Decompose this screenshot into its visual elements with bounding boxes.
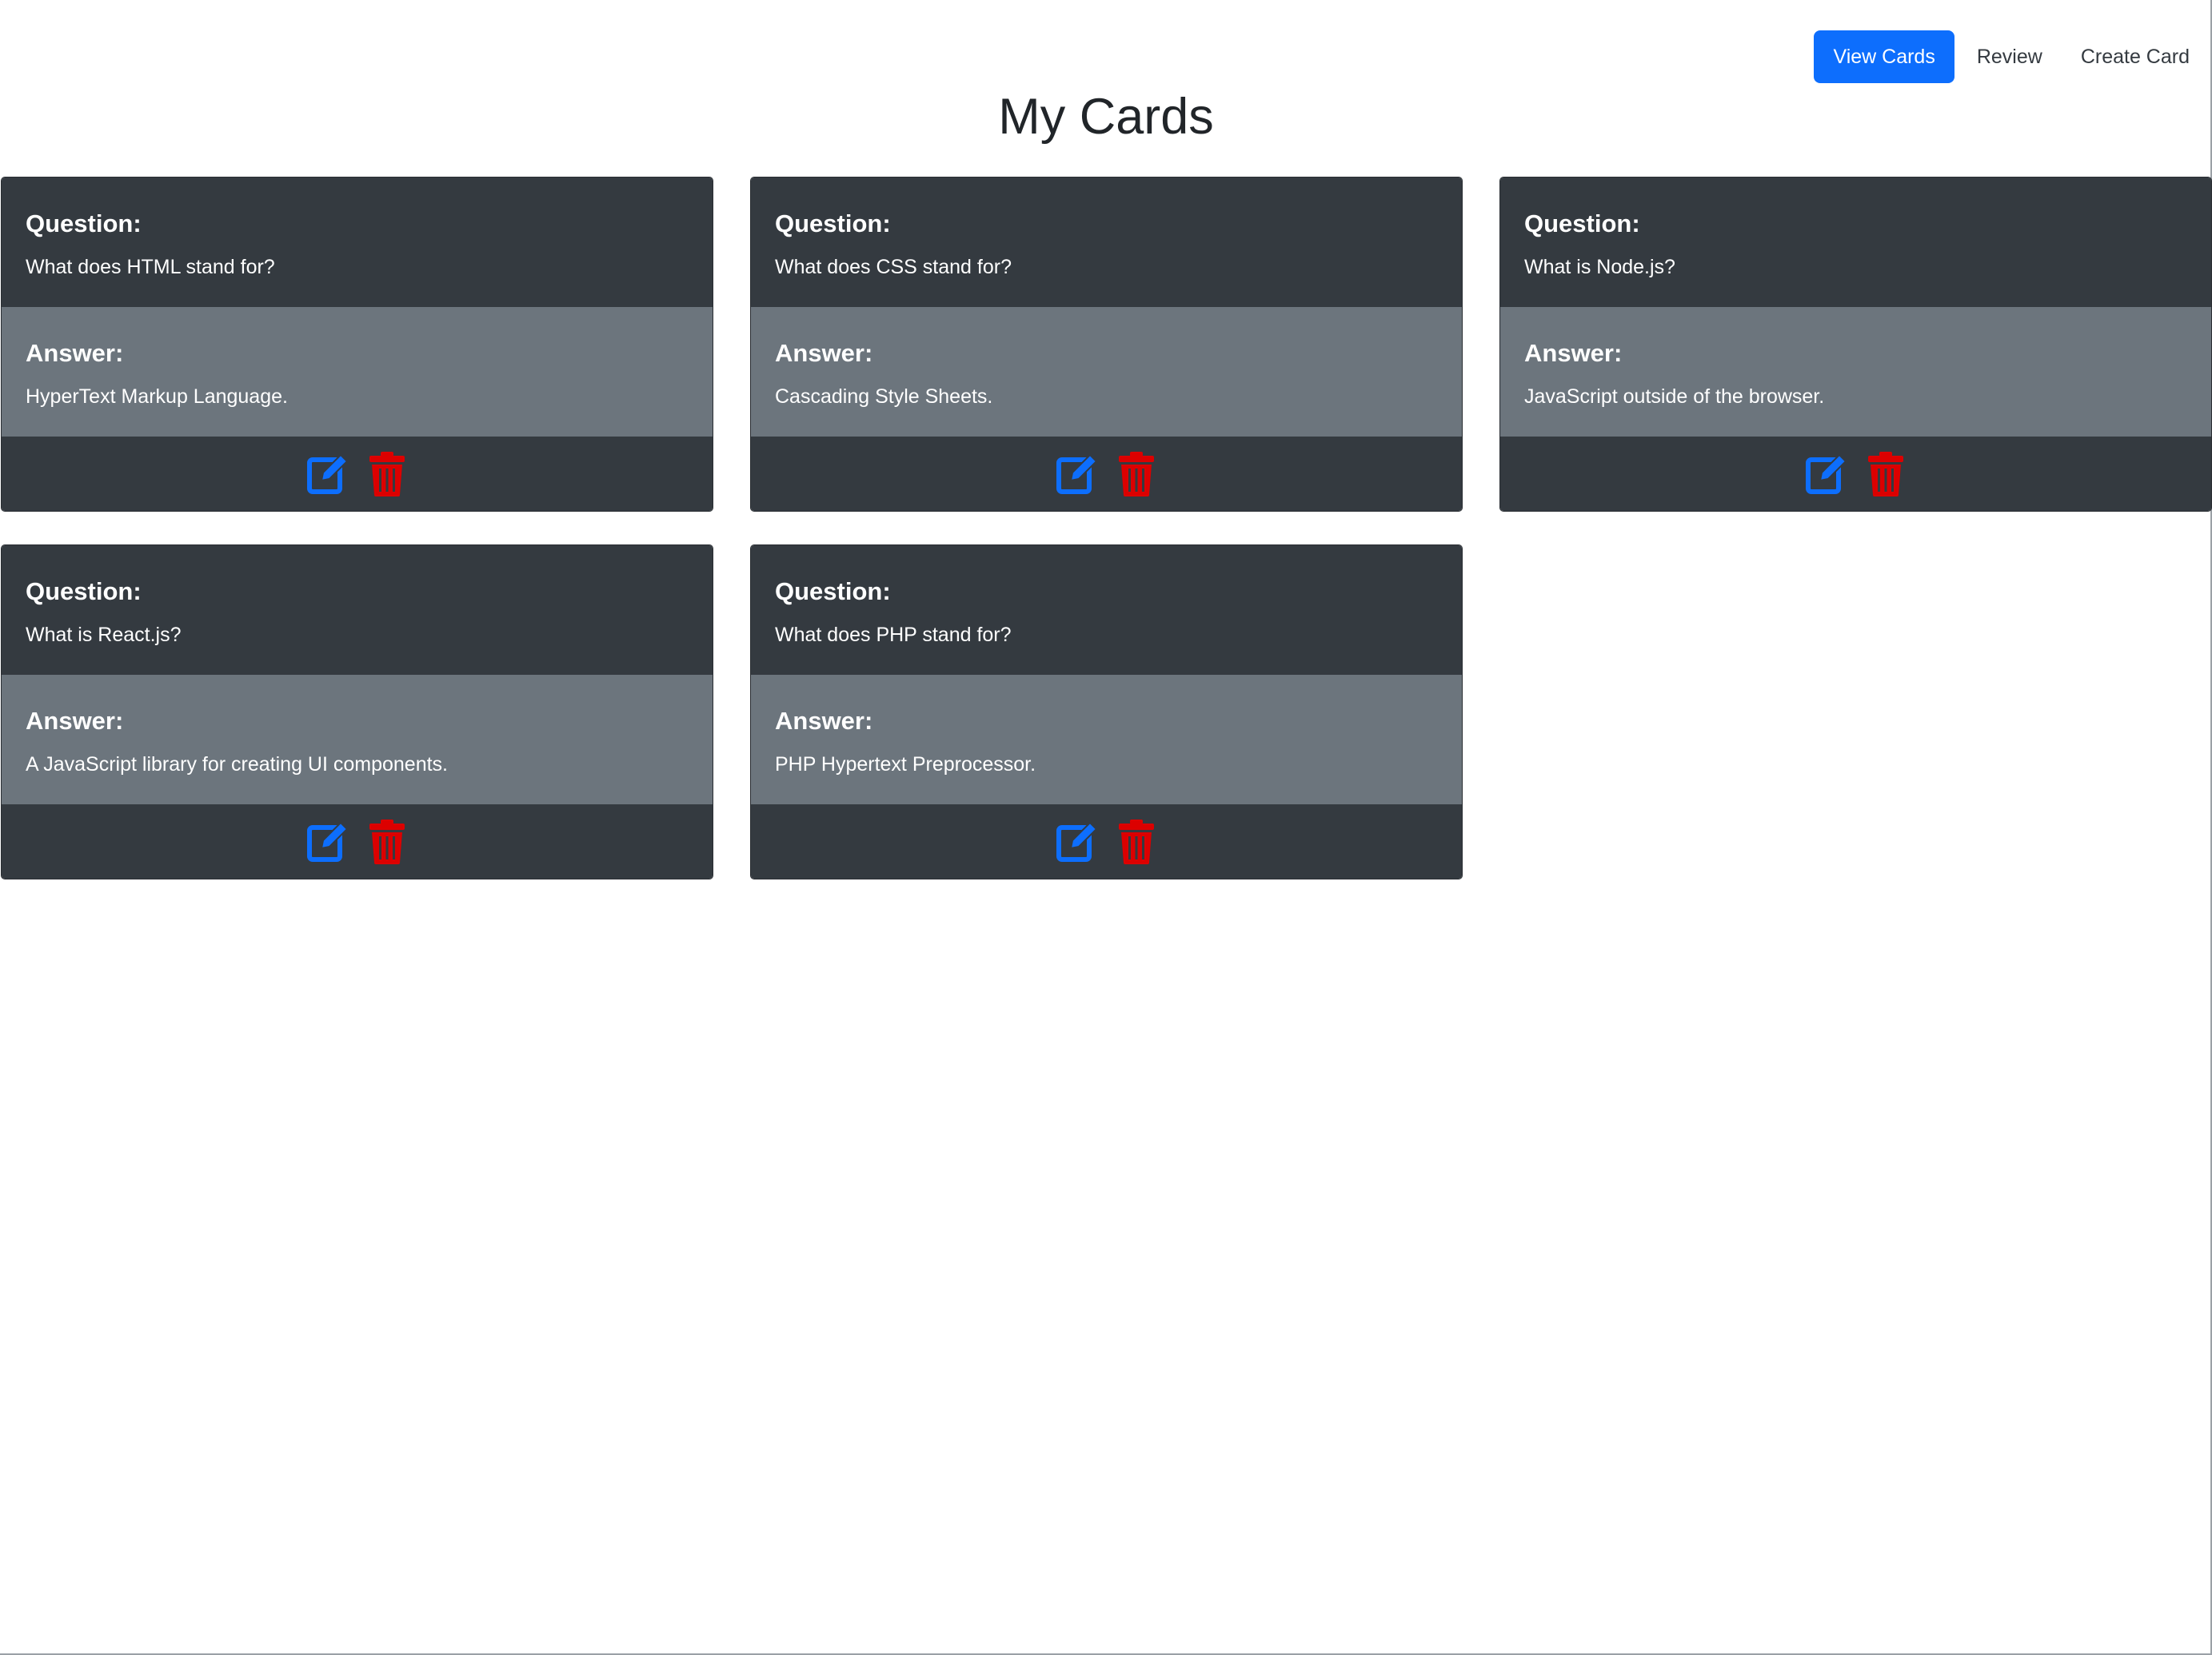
delete-button[interactable] xyxy=(365,450,409,498)
question-text: What is Node.js? xyxy=(1524,256,1675,278)
question-label: Question: xyxy=(26,577,142,605)
card-actions xyxy=(2,437,713,511)
card-question-section: Question: What does HTML stand for? xyxy=(2,177,713,307)
edit-button[interactable] xyxy=(305,450,350,498)
flash-card: Question: What does CSS stand for? Answe… xyxy=(751,177,1462,511)
answer-text: JavaScript outside of the browser. xyxy=(1524,385,1825,408)
edit-button[interactable] xyxy=(1804,450,1849,498)
card-answer-section: Answer: HyperText Markup Language. xyxy=(2,307,713,437)
question-text: What does HTML stand for? xyxy=(26,256,275,278)
answer-label: Answer: xyxy=(26,339,124,367)
delete-button[interactable] xyxy=(1114,818,1159,866)
nav-review[interactable]: Review xyxy=(1958,30,2062,83)
question-label: Question: xyxy=(775,209,891,237)
answer-label: Answer: xyxy=(775,707,873,735)
question-text: What does PHP stand for? xyxy=(775,624,1012,646)
edit-icon xyxy=(1056,821,1097,862)
answer-text: PHP Hypertext Preprocessor. xyxy=(775,753,1036,776)
page-title: My Cards xyxy=(998,89,1214,145)
top-nav: View Cards Review Create Card xyxy=(1814,30,2209,83)
answer-label: Answer: xyxy=(775,339,873,367)
card-actions xyxy=(751,437,1462,511)
edit-button[interactable] xyxy=(1055,450,1100,498)
flash-card: Question: What is Node.js? Answer: JavaS… xyxy=(1500,177,2211,511)
edit-icon xyxy=(306,453,348,494)
card-actions xyxy=(751,804,1462,879)
question-label: Question: xyxy=(26,209,142,237)
nav-create-card[interactable]: Create Card xyxy=(2062,30,2209,83)
edit-button[interactable] xyxy=(1055,818,1100,866)
question-label: Question: xyxy=(775,577,891,605)
question-text: What does CSS stand for? xyxy=(775,256,1012,278)
flash-card: Question: What does HTML stand for? Answ… xyxy=(2,177,713,511)
flash-card: Question: What does PHP stand for? Answe… xyxy=(751,545,1462,879)
delete-button[interactable] xyxy=(1114,450,1159,498)
card-question-section: Question: What is React.js? xyxy=(2,545,713,675)
card-actions xyxy=(1500,437,2211,511)
card-answer-section: Answer: PHP Hypertext Preprocessor. xyxy=(751,675,1462,804)
card-question-section: Question: What is Node.js? xyxy=(1500,177,2211,307)
question-text: What is React.js? xyxy=(26,624,182,646)
edit-icon xyxy=(306,821,348,862)
answer-label: Answer: xyxy=(1524,339,1623,367)
card-answer-section: Answer: Cascading Style Sheets. xyxy=(751,307,1462,437)
edit-icon xyxy=(1805,453,1847,494)
answer-label: Answer: xyxy=(26,707,124,735)
question-label: Question: xyxy=(1524,209,1640,237)
trash-icon xyxy=(369,451,405,496)
trash-icon xyxy=(369,819,405,864)
trash-icon xyxy=(1118,819,1154,864)
card-answer-section: Answer: JavaScript outside of the browse… xyxy=(1500,307,2211,437)
answer-text: Cascading Style Sheets. xyxy=(775,385,993,408)
answer-text: HyperText Markup Language. xyxy=(26,385,288,408)
trash-icon xyxy=(1118,451,1154,496)
answer-text: A JavaScript library for creating UI com… xyxy=(26,753,449,776)
delete-button[interactable] xyxy=(365,818,409,866)
trash-icon xyxy=(1867,451,1903,496)
nav-view-cards[interactable]: View Cards xyxy=(1814,30,1954,83)
card-answer-section: Answer: A JavaScript library for creatin… xyxy=(2,675,713,804)
card-question-section: Question: What does PHP stand for? xyxy=(751,545,1462,675)
card-question-section: Question: What does CSS stand for? xyxy=(751,177,1462,307)
delete-button[interactable] xyxy=(1863,450,1908,498)
edit-button[interactable] xyxy=(305,818,350,866)
card-actions xyxy=(2,804,713,879)
flash-card: Question: What is React.js? Answer: A Ja… xyxy=(2,545,713,879)
edit-icon xyxy=(1056,453,1097,494)
